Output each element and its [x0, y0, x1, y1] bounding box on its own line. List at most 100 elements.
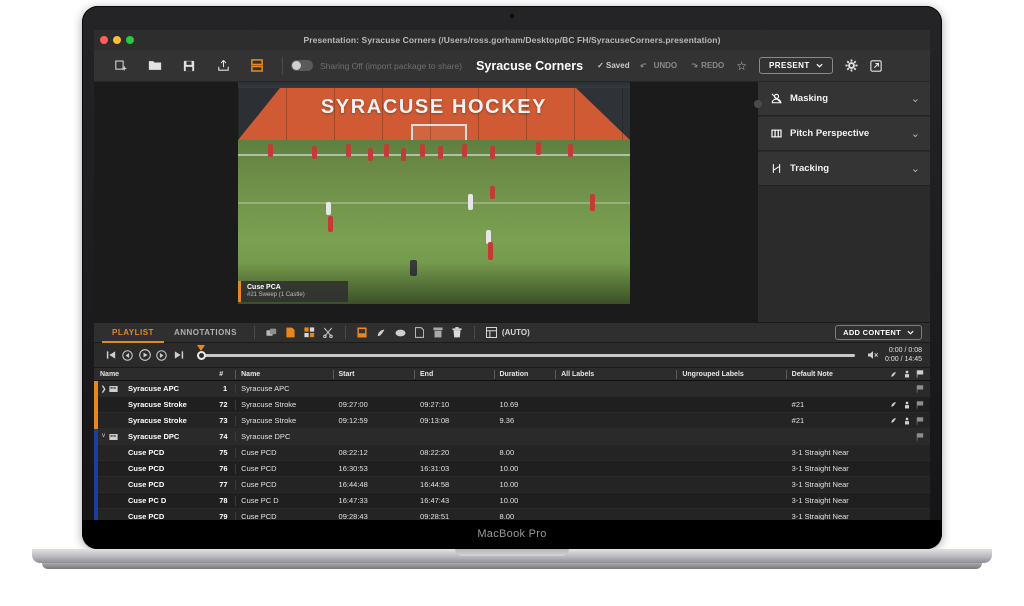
duplicate-clip-icon[interactable] [262, 322, 281, 343]
tracking-column-icon[interactable] [903, 370, 911, 378]
scrubber-track[interactable] [203, 353, 856, 357]
telestration-column-icon[interactable] [890, 371, 898, 378]
flag-icon[interactable] [916, 496, 924, 506]
table-row[interactable]: ˅ Syracuse DPC 74 Syracuse DPC [94, 428, 930, 445]
col-header-left-name[interactable]: Name [94, 368, 213, 381]
star-icon[interactable]: ☆ [736, 59, 747, 73]
layout-icon[interactable] [240, 50, 274, 82]
chevron-right-icon[interactable]: ❯ [98, 385, 109, 393]
col-header-default-note[interactable]: Default Note [785, 368, 890, 381]
flag-icon[interactable] [916, 432, 924, 441]
delete-icon[interactable] [448, 322, 467, 343]
redo-button[interactable]: REDO [687, 61, 724, 70]
col-header-end[interactable]: End [414, 368, 494, 381]
row-left-name-cell[interactable]: Syracuse Stroke [98, 397, 213, 413]
gear-icon[interactable] [845, 59, 858, 72]
new-clip-icon[interactable] [281, 322, 300, 343]
table-row[interactable]: Syracuse Stroke 73 Syracuse Stroke 09:12:59… [94, 412, 930, 429]
tracking-icon[interactable] [903, 464, 911, 474]
save-icon[interactable] [172, 50, 206, 82]
sidebar-item-pitch-perspective[interactable]: Pitch Perspective ⌄ [758, 117, 930, 151]
tracking-icon[interactable] [903, 384, 911, 394]
step-back-icon[interactable] [119, 343, 136, 368]
flag-icon[interactable] [916, 384, 924, 393]
archive-icon[interactable] [429, 322, 448, 343]
tab-playlist[interactable]: PLAYLIST [102, 322, 164, 343]
col-header-name[interactable]: Name [235, 368, 332, 381]
chevron-down-icon[interactable]: ⌄ [911, 162, 920, 175]
flag-icon[interactable] [916, 448, 924, 458]
col-header-ungrouped-labels[interactable]: Ungrouped Labels [676, 368, 785, 381]
telestrate-icon[interactable] [372, 322, 391, 343]
tracking-icon[interactable] [903, 448, 911, 458]
export-icon[interactable] [206, 50, 240, 82]
telestration-icon[interactable] [890, 384, 898, 394]
sidebar-item-tracking[interactable]: Tracking ⌄ [758, 152, 930, 186]
cut-clip-icon[interactable] [319, 322, 338, 343]
step-forward-icon[interactable] [153, 343, 170, 368]
col-header-number[interactable]: # [213, 368, 235, 381]
table-row[interactable]: Cuse PCD 76 Cuse PCD 16:30:53 16:31:03 10.00 3… [94, 460, 930, 477]
sidebar-collapse-handle[interactable] [754, 100, 762, 108]
telestration-icon[interactable] [890, 401, 898, 408]
mute-icon[interactable] [867, 350, 879, 360]
table-row[interactable]: Cuse PC D 78 Cuse PC D 16:47:33 16:47:43 10.0… [94, 492, 930, 509]
telestration-icon[interactable] [890, 417, 898, 424]
row-left-name-cell[interactable]: Cuse PCD [98, 445, 213, 461]
tracking-icon[interactable] [903, 496, 911, 506]
row-left-name-cell[interactable]: ❯ Syracuse APC [98, 381, 213, 397]
telestration-icon[interactable] [890, 432, 898, 442]
sidebar-item-masking[interactable]: Masking ⌄ [758, 82, 930, 116]
tracking-icon[interactable] [903, 432, 911, 442]
table-row[interactable]: Cuse PCD 75 Cuse PCD 08:22:12 08:22:20 8.00 3-… [94, 444, 930, 461]
new-presentation-icon[interactable] [104, 50, 138, 82]
note-icon[interactable] [353, 322, 372, 343]
col-header-start[interactable]: Start [332, 368, 414, 381]
table-row[interactable]: Cuse PCD 77 Cuse PCD 16:44:48 16:44:58 10.00 3… [94, 476, 930, 493]
chevron-down-icon[interactable]: ⌄ [911, 127, 920, 140]
flag-icon[interactable] [916, 464, 924, 474]
open-folder-icon[interactable] [138, 50, 172, 82]
external-link-icon[interactable] [869, 59, 882, 72]
flag-icon[interactable] [916, 480, 924, 490]
group-clips-icon[interactable] [300, 322, 319, 343]
copy-icon[interactable] [410, 322, 429, 343]
row-left-name-cell[interactable]: ˅ Syracuse DPC [98, 429, 213, 445]
col-header-all-labels[interactable]: All Labels [555, 368, 676, 381]
row-left-name-cell[interactable]: Cuse PCD [98, 477, 213, 493]
flag-icon[interactable] [916, 400, 924, 409]
table-row[interactable]: Syracuse Stroke 72 Syracuse Stroke 09:27:00… [94, 396, 930, 413]
tab-annotations[interactable]: ANNOTATIONS [164, 322, 247, 343]
flag-icon[interactable] [916, 416, 924, 425]
tracking-icon[interactable] [903, 401, 911, 409]
video-player[interactable]: SYRACUSE HOCKEY Cuse PCA #21 Sweep (1 Ca… [238, 82, 630, 304]
add-content-button[interactable]: ADD CONTENT [835, 325, 922, 340]
row-left-name-cell[interactable]: Syracuse Stroke [98, 413, 213, 429]
telestration-icon[interactable] [890, 464, 898, 474]
scrubber-handle[interactable] [197, 350, 206, 360]
maximize-window-button[interactable] [126, 36, 134, 44]
undo-button[interactable]: UNDO [639, 61, 677, 70]
telestration-icon[interactable] [890, 496, 898, 506]
telestration-icon[interactable] [890, 480, 898, 490]
window-controls[interactable] [100, 36, 134, 44]
timeline-scrubber[interactable] [193, 343, 856, 368]
chevron-down-icon[interactable]: ⌄ [911, 92, 920, 105]
telestration-icon[interactable] [890, 448, 898, 458]
close-window-button[interactable] [100, 36, 108, 44]
shape-icon[interactable] [391, 322, 410, 343]
minimize-window-button[interactable] [113, 36, 121, 44]
row-left-name-cell[interactable]: Cuse PC D [98, 493, 213, 509]
auto-layout-button[interactable]: (AUTO) [485, 327, 530, 338]
flag-column-icon[interactable] [916, 370, 924, 378]
col-header-duration[interactable]: Duration [493, 368, 556, 381]
skip-end-icon[interactable] [170, 343, 187, 368]
chevron-down-icon[interactable]: ˅ [98, 433, 109, 440]
row-left-name-cell[interactable]: Cuse PCD [98, 461, 213, 477]
tracking-icon[interactable] [903, 480, 911, 490]
play-icon[interactable] [136, 343, 153, 368]
skip-start-icon[interactable] [102, 343, 119, 368]
table-row[interactable]: ❯ Syracuse APC 1 Syracuse APC [94, 380, 930, 397]
present-button[interactable]: PRESENT [759, 57, 833, 74]
sharing-toggle[interactable] [291, 60, 313, 71]
